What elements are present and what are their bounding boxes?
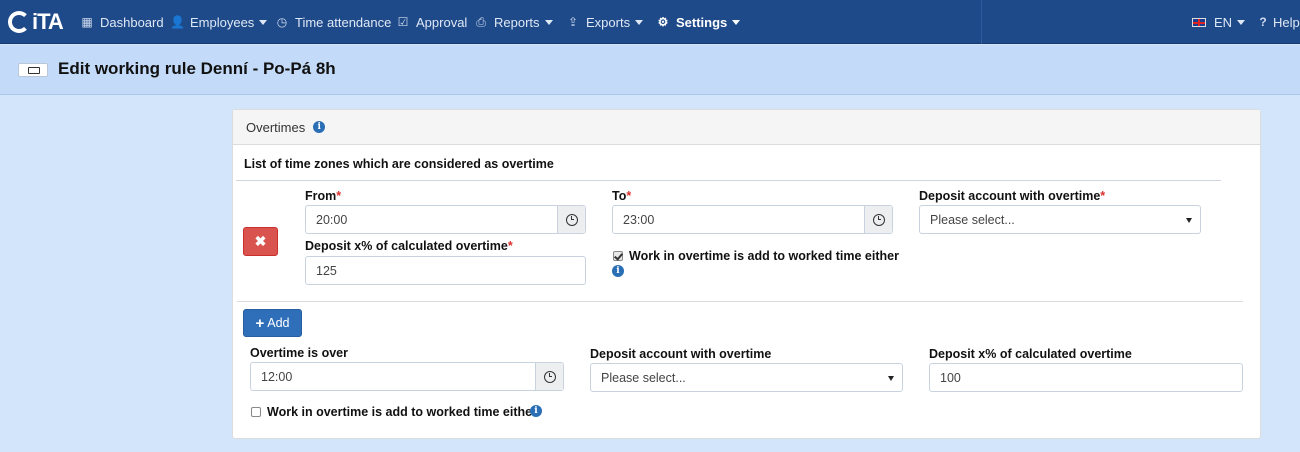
info-icon[interactable]: i (313, 121, 326, 133)
top-navbar: iTA ▦ Dashboard 👤 Employees ◷ Time atten… (0, 0, 1300, 44)
info-icon[interactable]: i (530, 405, 542, 417)
overtime-over-value: 12:00 (261, 369, 293, 384)
general-deposit-account-value: Please select... (601, 370, 686, 385)
overtime-over-input[interactable]: 12:00 (250, 362, 564, 391)
overtime-over-label: Overtime is over (250, 346, 348, 360)
chevron-down-icon (544, 19, 553, 25)
nav-settings[interactable]: ⚙ Settings (656, 0, 741, 44)
general-deposit-account-select[interactable]: Please select... (590, 363, 903, 392)
close-icon: ✖ (254, 233, 267, 249)
nav-exports[interactable]: ⇪ Exports (566, 0, 644, 44)
general-deposit-pct-input[interactable]: 100 (929, 363, 1243, 392)
zone-work-checkbox[interactable] (613, 251, 623, 261)
divider (237, 301, 1243, 302)
zone-deposit-account-label: Deposit account with overtime* (919, 189, 1106, 203)
add-zone-button[interactable]: + Add (243, 309, 302, 337)
delete-zone-button[interactable]: ✖ (243, 227, 278, 256)
zone-deposit-pct-value: 125 (316, 263, 337, 278)
page-header: Edit working rule Denní - Po-Pá 8h (0, 45, 1300, 95)
nav-dashboard-label: Dashboard (100, 14, 164, 30)
app-logo[interactable]: iTA (8, 8, 64, 36)
plus-icon: + (255, 314, 265, 332)
nav-settings-label: Settings (676, 14, 728, 30)
zone-deposit-account-value: Please select... (930, 212, 1015, 227)
nav-reports-label: Reports (494, 14, 540, 30)
nav-divider (981, 0, 982, 44)
help-label: Help (1273, 14, 1300, 30)
nav-time-attendance[interactable]: ◷ Time attendance (275, 0, 392, 44)
chevron-down-icon (1237, 19, 1246, 25)
general-deposit-pct-value: 100 (940, 370, 961, 385)
clock-icon (543, 370, 556, 383)
divider (236, 180, 1221, 181)
keyboard-icon[interactable] (18, 63, 48, 77)
zone-work-checkbox-label: Work in overtime is add to worked time e… (629, 249, 899, 263)
dashboard-icon: ▦ (81, 15, 93, 29)
question-icon: ? (1259, 15, 1267, 29)
to-value: 23:00 (623, 212, 655, 227)
to-time-input[interactable]: 23:00 (612, 205, 893, 234)
clock-icon (872, 213, 885, 226)
nav-exports-label: Exports (586, 14, 631, 30)
general-deposit-pct-label: Deposit x% of calculated overtime (929, 347, 1132, 361)
panel-title: Overtimes (246, 119, 306, 135)
chevron-down-icon (259, 19, 268, 25)
page-title: Edit working rule Denní - Po-Pá 8h (58, 59, 336, 78)
from-time-input[interactable]: 20:00 (305, 205, 586, 234)
language-label: EN (1214, 14, 1233, 30)
add-label: Add (267, 316, 290, 330)
zone-deposit-pct-label: Deposit x% of calculated overtime* (305, 239, 513, 253)
user-icon: 👤 (170, 15, 185, 29)
info-icon[interactable]: i (612, 265, 624, 277)
clock-icon (565, 213, 578, 226)
language-selector[interactable]: EN (1192, 0, 1246, 44)
general-work-checkbox-label: Work in overtime is add to worked time e… (267, 405, 537, 419)
nav-employees[interactable]: 👤 Employees (170, 0, 268, 44)
zones-heading: List of time zones which are considered … (244, 157, 554, 171)
nav-approval-label: Approval (416, 14, 468, 30)
overtime-over-clock-button[interactable] (535, 363, 563, 390)
dropdown-arrow-icon (1186, 218, 1192, 223)
gear-icon: ⚙ (657, 15, 669, 29)
nav-employees-label: Employees (190, 14, 255, 30)
nav-approval[interactable]: ☑ Approval (396, 0, 468, 44)
general-deposit-account-label: Deposit account with overtime (590, 347, 772, 361)
zone-deposit-account-select[interactable]: Please select... (919, 205, 1201, 234)
zone-deposit-pct-input[interactable]: 125 (305, 256, 586, 285)
check-icon: ☑ (397, 15, 409, 29)
nav-reports[interactable]: ⎙ Reports (474, 0, 553, 44)
from-value: 20:00 (316, 212, 348, 227)
print-icon: ⎙ (476, 14, 486, 29)
general-work-checkbox[interactable] (251, 407, 261, 417)
chevron-down-icon (635, 19, 644, 25)
dropdown-arrow-icon (888, 376, 894, 381)
clock-icon: ◷ (276, 15, 288, 29)
uk-flag-icon (1192, 17, 1206, 27)
chevron-down-icon (732, 19, 741, 25)
from-label: From* (305, 189, 342, 203)
to-clock-button[interactable] (864, 206, 892, 233)
nav-help[interactable]: ? Help (1258, 0, 1300, 44)
nav-time-attendance-label: Time attendance (295, 14, 392, 30)
from-clock-button[interactable] (557, 206, 585, 233)
to-label: To* (612, 189, 632, 203)
panel-heading: Overtimes i (233, 110, 1260, 145)
nav-dashboard[interactable]: ▦ Dashboard (80, 0, 164, 44)
export-icon: ⇪ (567, 15, 579, 29)
